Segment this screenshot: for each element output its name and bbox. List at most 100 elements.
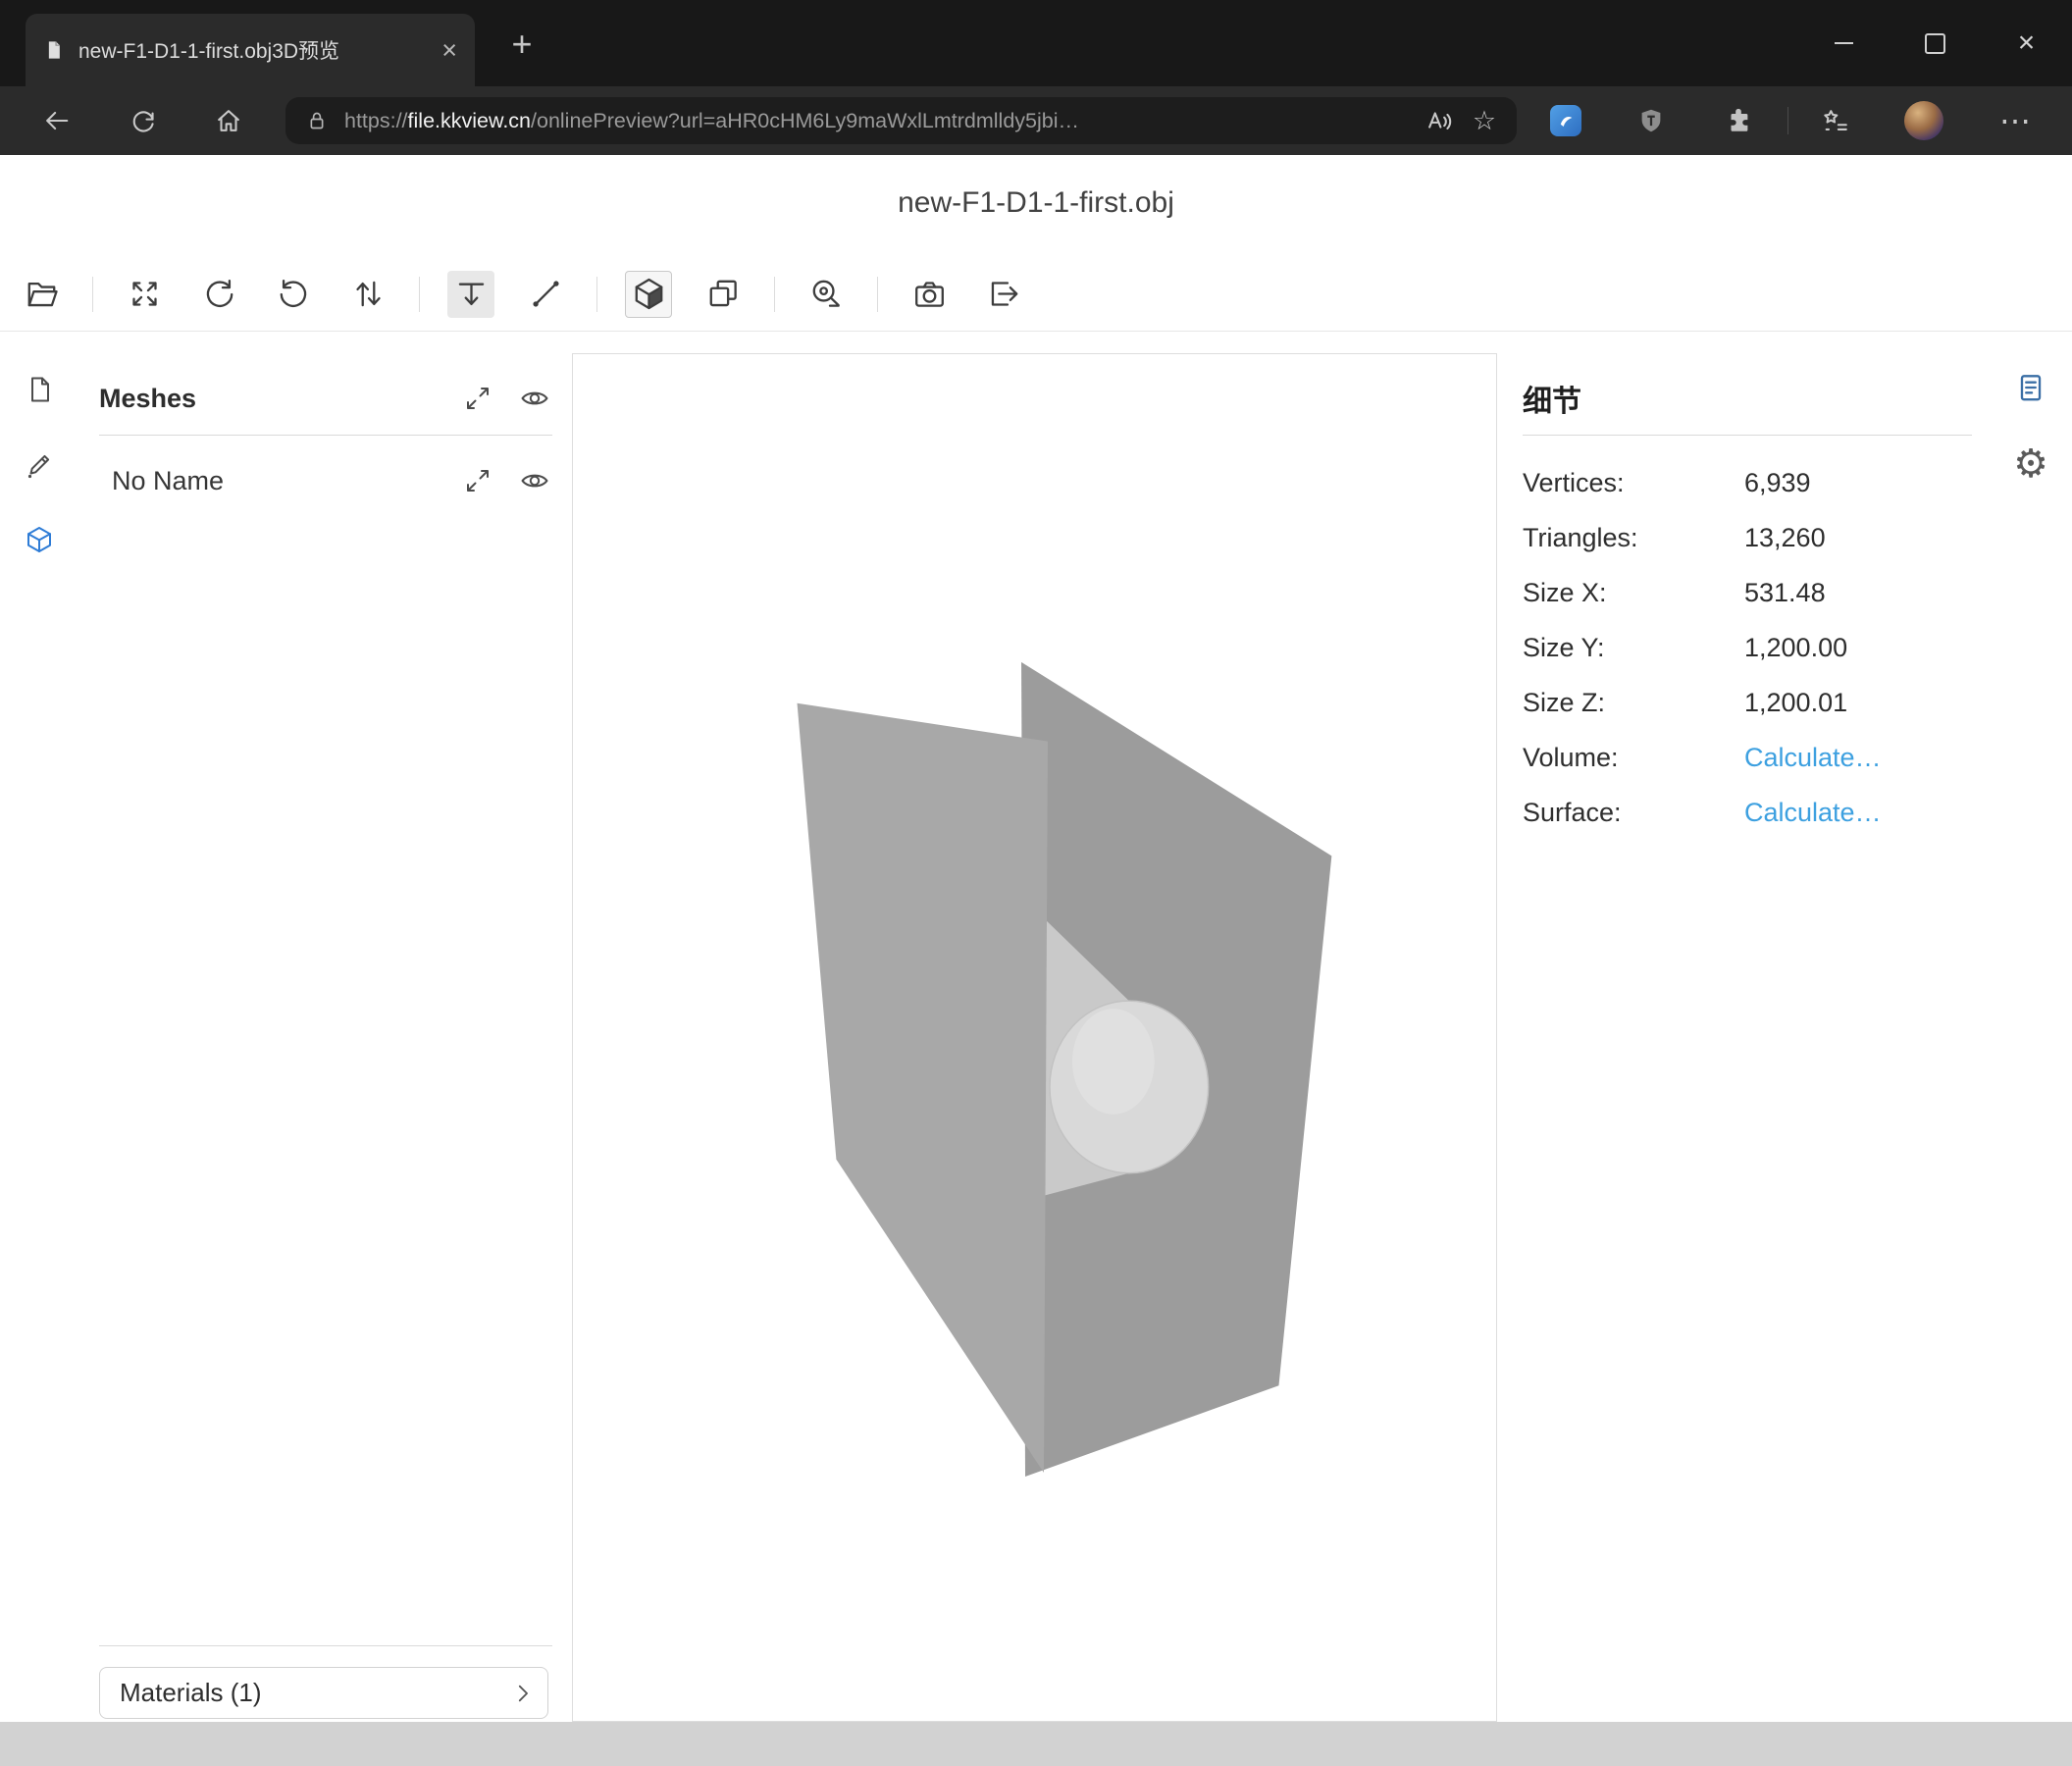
expand-icon [462,383,493,414]
details-row-surface: Surface: Calculate… [1523,785,1972,840]
shaded-view-button[interactable] [625,271,672,318]
camera-icon [911,276,948,312]
window-bottom-edge [0,1722,2072,1766]
measure-line-button[interactable] [522,271,569,318]
window-minimize-button[interactable] [1798,0,1890,86]
read-aloud-button[interactable] [1417,101,1462,140]
toggle-all-visibility-button[interactable] [517,381,552,416]
lock-icon [305,109,329,132]
details-value: 1,200.01 [1744,688,1847,718]
close-icon: × [2018,26,2036,60]
right-tab-details[interactable] [2007,364,2054,411]
meshes-panel-header: Meshes [99,376,552,421]
new-tab-button[interactable]: + [502,26,542,63]
meshes-header-label: Meshes [99,384,439,414]
browser-tab[interactable]: new-F1-D1-1-first.obj3D预览 × [26,14,475,86]
measure-tape-button[interactable] [803,271,850,318]
open-file-button[interactable] [18,271,65,318]
toolbar-separator [419,277,420,312]
tab-favicon-icon [43,39,65,61]
eye-icon [519,465,550,496]
read-aloud-icon [1424,106,1454,135]
tab-strip: new-F1-D1-1-first.obj3D预览 × + × [0,0,2072,86]
rotate-right-icon [276,276,312,312]
fit-view-icon [127,276,163,312]
calculate-volume-link[interactable]: Calculate… [1744,743,1882,773]
3d-viewport[interactable] [572,353,1497,1722]
back-button[interactable] [31,95,82,146]
model-left-plane [798,703,1048,1473]
flip-vertical-button[interactable] [344,271,391,318]
mesh-item-label: No Name [112,466,439,496]
favorites-button[interactable] [1813,99,1858,142]
details-row-size-z: Size Z: 1,200.01 [1523,675,1972,730]
flip-vertical-icon [350,276,387,312]
details-label: Size Y: [1523,633,1744,663]
details-label: Triangles: [1523,523,1744,553]
screenshot-button[interactable] [906,271,953,318]
star-icon: ☆ [1473,108,1496,134]
fit-all-meshes-button[interactable] [460,381,495,416]
materials-button-label: Materials (1) [120,1678,510,1708]
rotate-left-button[interactable] [195,271,242,318]
window-controls: × [1798,0,2072,86]
profile-avatar[interactable] [1904,101,1943,140]
blue-extension-icon [1550,105,1581,136]
url-text: https://file.kkview.cn/onlinePreview?url… [344,109,1417,133]
url-host: file.kkview.cn [408,109,531,132]
address-bar[interactable]: https://file.kkview.cn/onlinePreview?url… [285,97,1517,144]
details-label: Surface: [1523,798,1744,828]
wireframe-view-icon [705,276,742,312]
window-maximize-button[interactable] [1890,0,1981,86]
fit-view-button[interactable] [121,271,168,318]
sidebar-tab-meshes[interactable] [16,516,63,563]
eye-icon [519,383,550,414]
rotate-right-button[interactable] [270,271,317,318]
details-label: Volume: [1523,743,1744,773]
details-value: 531.48 [1744,578,1826,608]
move-axis-button[interactable] [447,271,494,318]
minimize-icon [1835,42,1853,44]
extension-shield-button[interactable] [1629,99,1674,142]
details-rows: Vertices: 6,939 Triangles: 13,260 Size X… [1523,455,1972,840]
sidebar-tab-materials[interactable] [16,442,63,489]
sidebar-tab-file-info[interactable] [16,366,63,413]
extensions-button[interactable] [1716,99,1761,142]
toolbar-separator [92,277,93,312]
browser-menu-button[interactable]: ⋯ [1993,99,2038,142]
model-file-title: new-F1-D1-1-first.obj [0,186,2072,220]
document-icon [24,374,55,405]
details-header: 细节 [1523,376,1972,421]
model-cylinder-highlight [1072,1009,1155,1115]
measure-tape-icon [808,276,845,312]
extension-blue-button[interactable] [1543,99,1588,142]
refresh-button[interactable] [118,95,169,146]
shaded-view-icon [631,276,667,312]
toolbar-separator [774,277,775,312]
wireframe-view-button[interactable] [699,271,747,318]
expand-icon [462,465,493,496]
mesh-list-item[interactable]: No Name [99,458,552,503]
chevron-right-icon [510,1681,536,1706]
toggle-mesh-visibility-button[interactable] [517,463,552,498]
details-label: Size Z: [1523,688,1744,718]
panel-divider [1523,435,1972,436]
calculate-surface-link[interactable]: Calculate… [1744,798,1882,828]
tab-close-icon[interactable]: × [436,37,463,64]
meshes-cube-icon [24,524,55,555]
bookmark-button[interactable]: ☆ [1462,101,1507,140]
maximize-icon [1925,33,1945,54]
details-list-icon [2014,371,2047,404]
window-close-button[interactable]: × [1981,0,2072,86]
tab-title: new-F1-D1-1-first.obj3D预览 [78,35,436,65]
export-button[interactable] [980,271,1027,318]
right-tab-settings[interactable]: ⚙ [2007,441,2054,488]
details-value: 6,939 [1744,468,1811,498]
fit-mesh-button[interactable] [460,463,495,498]
move-axis-icon [453,276,490,312]
url-path: /onlinePreview?url=aHR0cHM6Ly9maWxlLmtrd… [531,109,1079,132]
viewer-toolbar [0,257,2072,332]
gear-icon: ⚙ [2013,444,2048,484]
home-button[interactable] [203,95,254,146]
materials-button[interactable]: Materials (1) [99,1667,548,1719]
